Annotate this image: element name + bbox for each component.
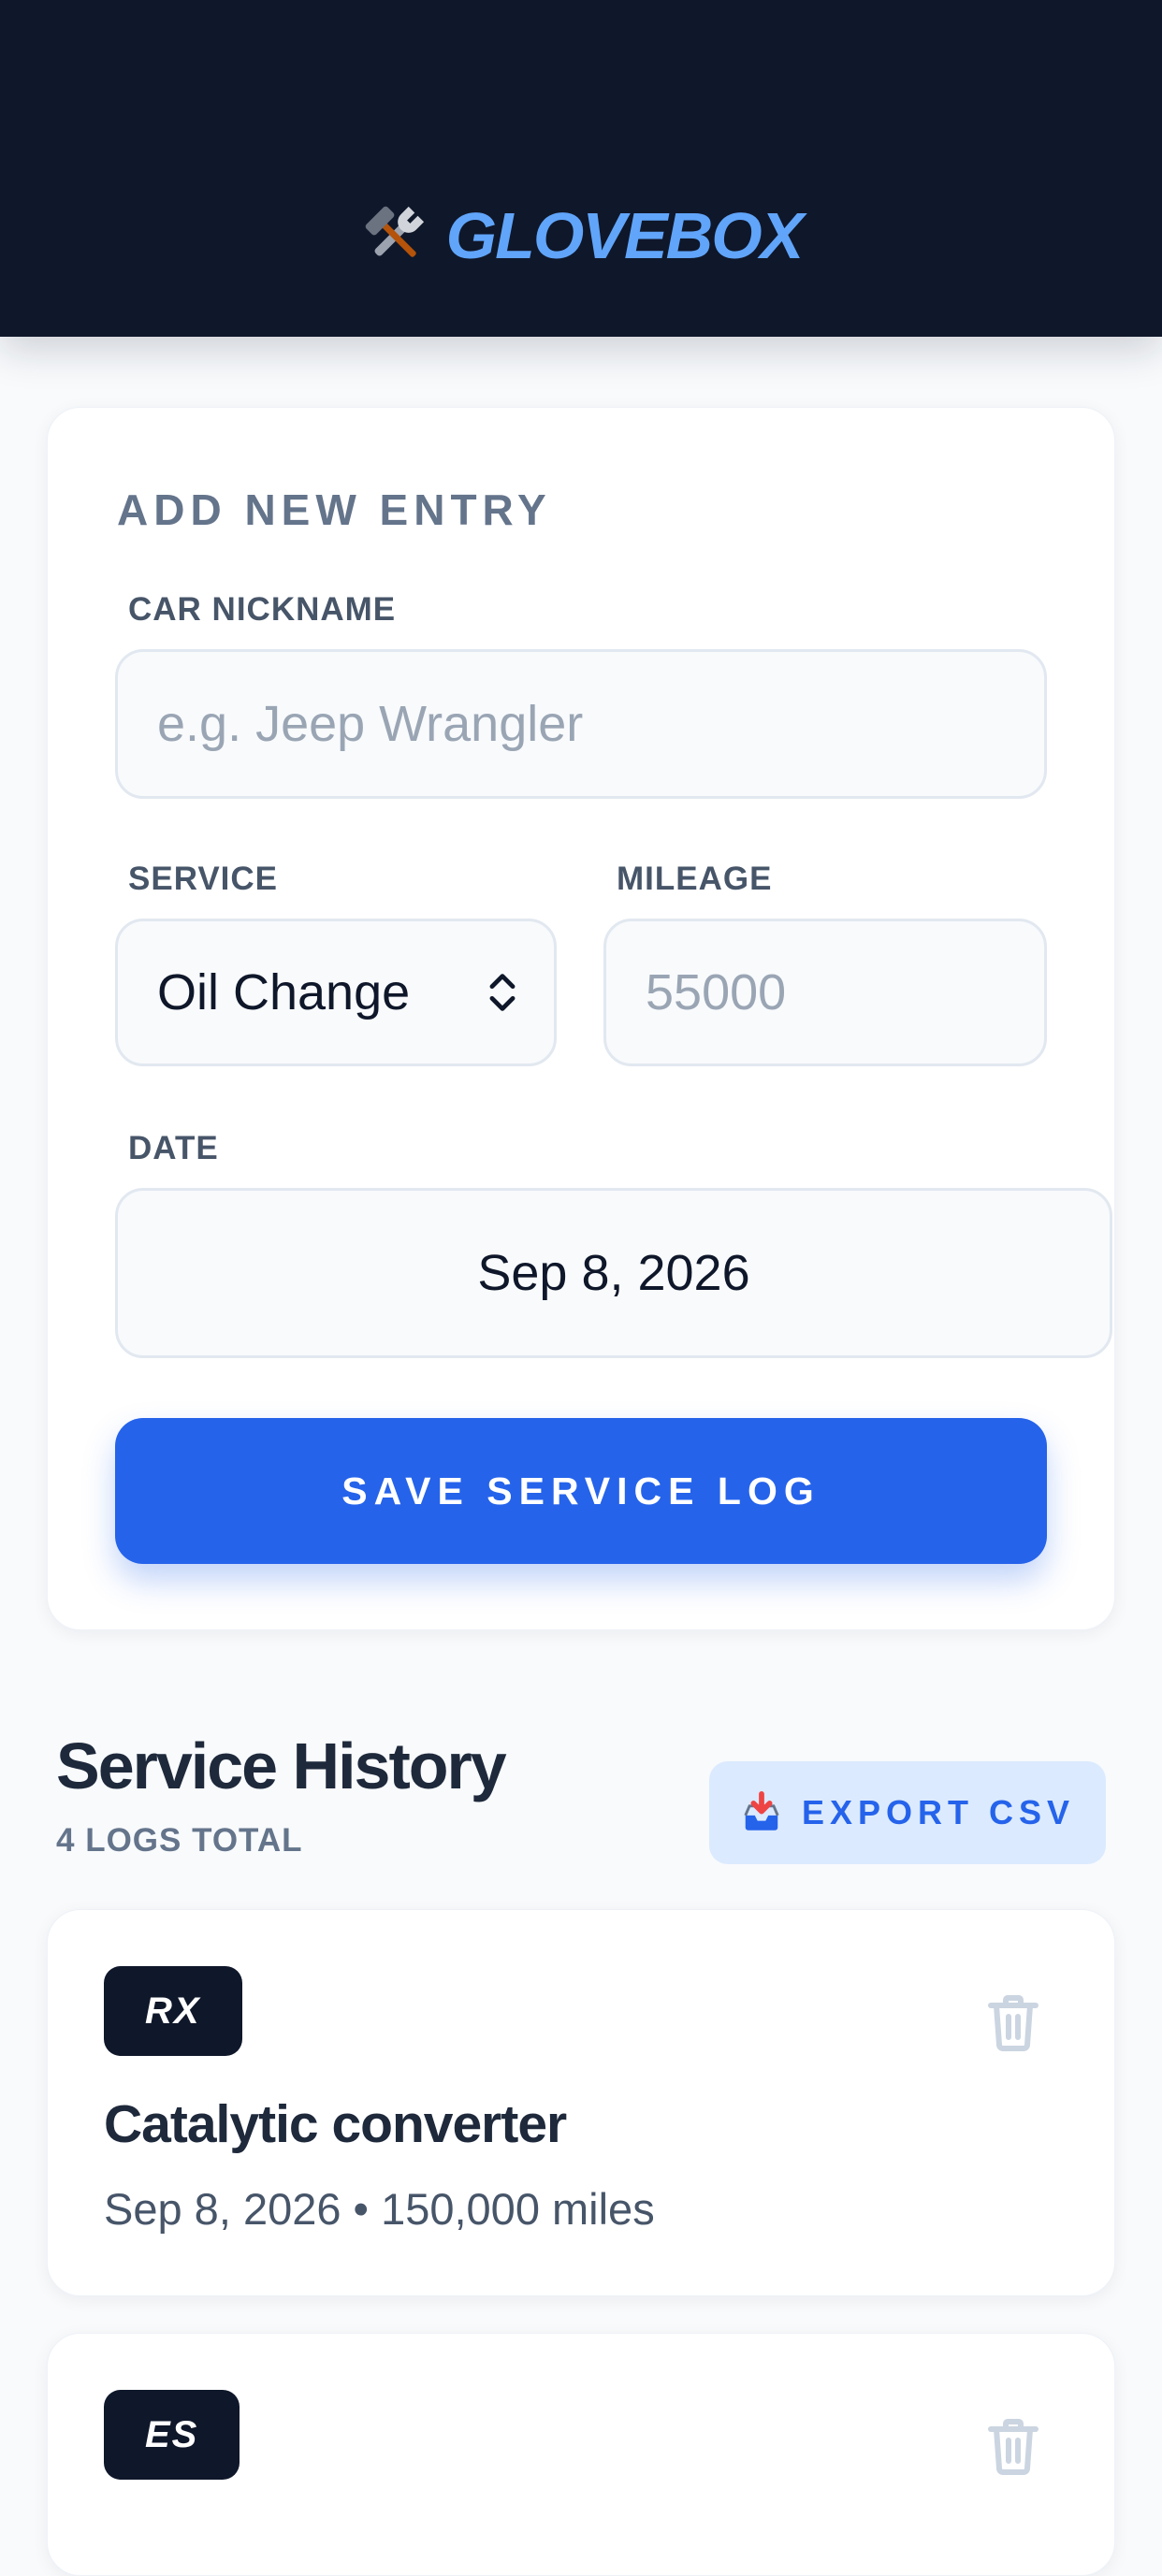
chevron-up-down-icon xyxy=(489,974,516,1011)
trash-icon[interactable] xyxy=(987,2416,1039,2476)
nickname-label: CAR NICKNAME xyxy=(128,591,397,628)
car-badge: RX xyxy=(104,1966,242,2056)
nickname-placeholder: e.g. Jeep Wrangler xyxy=(157,696,584,752)
service-select[interactable]: Oil Change xyxy=(115,919,557,1066)
log-meta: Sep 8, 2026 • 150,000 miles xyxy=(104,2184,655,2234)
brand: GLOVEBOX xyxy=(360,198,805,273)
log-service-name: Catalytic converter xyxy=(104,2094,567,2154)
inbox-tray-icon xyxy=(744,1791,779,1831)
date-value: Sep 8, 2026 xyxy=(477,1245,750,1301)
service-selected-value: Oil Change xyxy=(157,964,411,1020)
app-header: GLOVEBOX xyxy=(0,0,1162,337)
section-title: ADD NEW ENTRY xyxy=(117,485,552,534)
save-service-log-button[interactable]: SAVE SERVICE LOG xyxy=(115,1418,1047,1564)
mileage-label: MILEAGE xyxy=(617,861,773,897)
history-title: Service History xyxy=(56,1729,507,1802)
hammer-and-wrench-icon xyxy=(365,206,424,257)
trash-icon[interactable] xyxy=(987,1992,1039,2052)
car-nickname-input[interactable]: e.g. Jeep Wrangler xyxy=(115,649,1047,799)
date-input[interactable]: Sep 8, 2026 xyxy=(115,1188,1112,1358)
service-label: SERVICE xyxy=(128,861,279,897)
export-label: EXPORT CSV xyxy=(801,1793,1076,1831)
add-entry-card: ADD NEW ENTRY CAR NICKNAME e.g. Jeep Wra… xyxy=(47,407,1115,1630)
list-item: RX Catalytic converter Sep 8, 2026 • 150… xyxy=(47,1909,1115,2296)
log-count: 4 LOGS TOTAL xyxy=(56,1822,303,1859)
app-title: GLOVEBOX xyxy=(445,199,805,272)
export-csv-button[interactable]: EXPORT CSV xyxy=(709,1761,1106,1864)
car-badge: ES xyxy=(104,2390,240,2480)
mileage-placeholder: 55000 xyxy=(646,964,787,1020)
date-label: DATE xyxy=(128,1130,219,1166)
mileage-input[interactable]: 55000 xyxy=(603,919,1047,1066)
list-item: ES xyxy=(47,2333,1115,2576)
